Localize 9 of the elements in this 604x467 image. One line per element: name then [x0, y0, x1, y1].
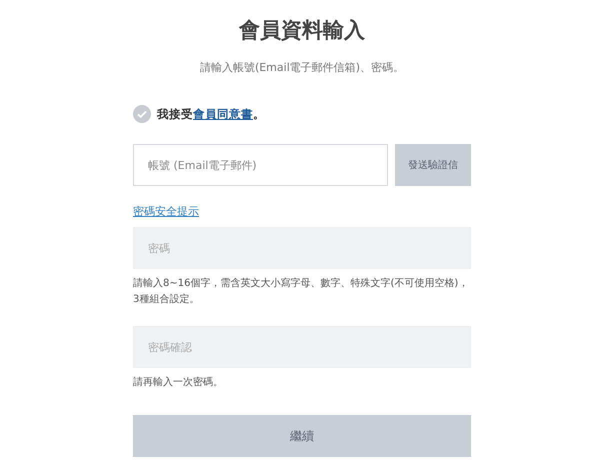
subtitle: 請輸入帳號(Email電子郵件信箱)、密碼。 [198, 60, 406, 75]
account-field[interactable]: 帳號 (Email電子郵件) [133, 144, 388, 186]
password-tips-link[interactable]: 密碼安全提示 [133, 204, 199, 219]
field-hint: 請再輸入一次密碼。 [133, 376, 224, 390]
agreement-checkbox[interactable] [133, 105, 151, 123]
page-title: 會員資料輸入 [238, 17, 366, 44]
agreement-text: 我接受會員同意書。 [157, 106, 265, 122]
agreement-link[interactable]: 會員同意書 [193, 106, 253, 120]
field-hint: 請輸入8~16個字，需含英文大小寫字母、數字、特殊文字(不可使用空格)，3種組合設定。 [133, 276, 470, 307]
